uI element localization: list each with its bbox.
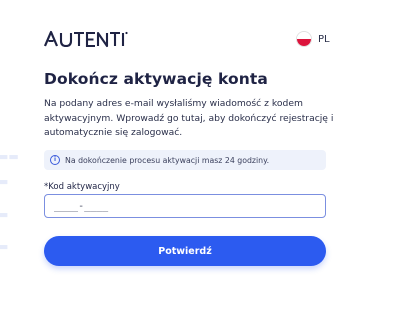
background-ghost-text: ▬ <box>0 240 9 253</box>
activation-code-input[interactable] <box>44 194 326 218</box>
background-ghost-text: ▬▬ <box>0 150 19 163</box>
activation-code-label: *Kod aktywacyjny <box>44 182 120 192</box>
info-text: Na dokończenie procesu aktywacji masz 24… <box>65 155 270 165</box>
background-ghost-text: ▬ <box>0 208 9 221</box>
activation-page: ▬▬ ▬ ▬ ▬ PL Dokończ aktywację konta Na p… <box>0 0 400 315</box>
page-description: Na podany adres e-mail wysłaliśmy wiadom… <box>44 98 334 138</box>
info-icon: i <box>50 155 60 165</box>
language-code: PL <box>318 33 330 45</box>
page-title: Dokończ aktywację konta <box>44 70 268 88</box>
activation-code-label-text: Kod aktywacyjny <box>48 182 120 192</box>
language-switcher[interactable]: PL <box>296 31 330 47</box>
header <box>44 28 330 50</box>
background-ghost-text: ▬ <box>0 175 9 188</box>
poland-flag-icon <box>296 31 312 47</box>
autenti-logo <box>44 28 128 50</box>
info-banner: i Na dokończenie procesu aktywacji masz … <box>44 150 326 170</box>
confirm-button[interactable]: Potwierdź <box>44 236 326 266</box>
